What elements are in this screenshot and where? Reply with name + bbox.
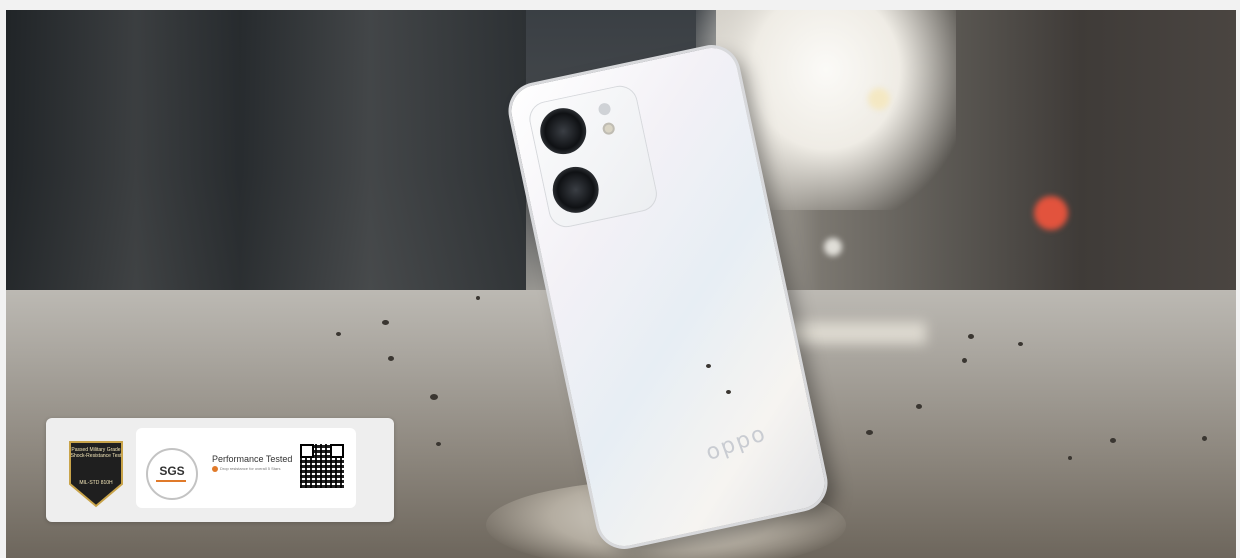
camera-lens: [535, 103, 591, 159]
debris: [336, 332, 341, 336]
camera-lens: [548, 162, 603, 218]
sgs-logo: SGS: [159, 464, 185, 478]
shield-text-wrap: Passed Military Grade Shock-Resistance T…: [68, 440, 124, 508]
check-dot-icon: [212, 466, 218, 472]
bokeh-light: [824, 238, 842, 256]
sgs-underline: [156, 480, 186, 482]
debris: [962, 358, 967, 363]
camera-module: [526, 82, 661, 231]
sgs-card: SGS Performance Tested Drop resistance f…: [136, 428, 356, 508]
bokeh-light: [868, 88, 890, 110]
debris: [1068, 456, 1072, 460]
qr-code-icon: [300, 444, 344, 488]
debris: [1202, 436, 1207, 441]
debris: [436, 442, 441, 446]
certification-badge-card: Passed Military Grade Shock-Resistance T…: [46, 418, 394, 522]
sensor-icon: [597, 101, 612, 117]
debris: [388, 356, 394, 361]
debris: [430, 394, 438, 400]
red-light: [1034, 196, 1068, 230]
performance-sub: Drop resistance for overall 5 Stars: [220, 466, 281, 471]
debris: [916, 404, 922, 409]
debris: [726, 390, 731, 394]
debris: [476, 296, 480, 300]
debris: [968, 334, 974, 339]
performance-tested-title: Performance Tested: [212, 454, 293, 464]
debris: [1110, 438, 1116, 443]
debris: [706, 364, 711, 368]
debris: [382, 320, 389, 325]
military-test-text: Passed Military Grade Shock-Resistance T…: [70, 447, 122, 459]
blurred-buildings-left: [6, 10, 526, 290]
flash-icon: [601, 121, 616, 136]
debris: [866, 430, 873, 435]
phone-brand-logo: oppo: [702, 420, 771, 466]
military-std-text: MIL-STD 810H: [79, 480, 113, 486]
debris: [1018, 342, 1023, 346]
